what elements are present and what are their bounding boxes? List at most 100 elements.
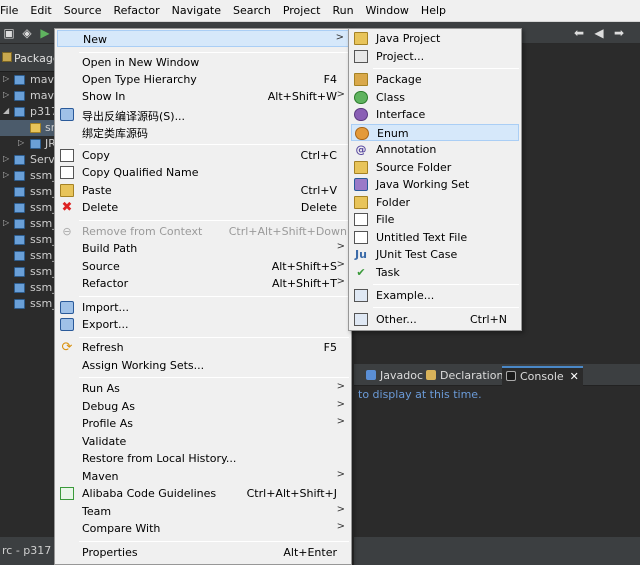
tree-item-label: ssm_ [30,281,56,294]
toolbar-back-arrow-icon[interactable]: ◀ [592,26,606,40]
expand-arrow-icon[interactable]: ▷ [3,154,9,163]
collapse-arrow-icon[interactable]: ◢ [3,106,9,115]
menu-item-copy-qualified-name[interactable]: Copy Qualified Name [57,164,349,181]
tree-item[interactable]: ssm_ [0,248,56,264]
submenu-item-class[interactable]: Class [351,89,519,106]
menu-item-run-as[interactable]: Run As > [57,380,349,397]
menu-edit[interactable]: Edit [24,0,57,22]
menu-help[interactable]: Help [415,0,452,22]
menu-item-restore-local-history[interactable]: Restore from Local History... [57,450,349,467]
menu-window[interactable]: Window [360,0,415,22]
submenu-item-file[interactable]: File [351,211,519,228]
menu-item-refactor[interactable]: Refactor Alt+Shift+T > [57,275,349,292]
menu-item-attach-source[interactable]: 绑定类库源码 [57,123,349,140]
tree-item[interactable]: ◢ p317 [0,104,56,120]
menu-item-assign-working-sets[interactable]: Assign Working Sets... [57,357,349,374]
tab-declaration[interactable]: Declaration [426,368,503,384]
menu-item-copy[interactable]: Copy Ctrl+C [57,147,349,164]
close-icon[interactable]: ✕ [570,370,579,383]
menu-item-remove-from-context[interactable]: ⊖ Remove from Context Ctrl+Alt+Shift+Dow… [57,223,349,240]
menu-item-delete[interactable]: ✖ Delete Delete [57,199,349,216]
expand-arrow-icon[interactable]: ▷ [18,138,24,147]
menu-item-label: Source Folder [376,161,452,174]
tree-item[interactable]: ssm_ [0,184,56,200]
menu-item-export[interactable]: Export... [57,316,349,333]
submenu-item-java-project[interactable]: Java Project [351,30,519,47]
tree-item[interactable]: ▷ ssm_ [0,216,56,232]
tree-item[interactable]: ▷ Serv [0,152,56,168]
project-icon [14,267,25,277]
menu-item-alibaba-guidelines[interactable]: Alibaba Code Guidelines Ctrl+Alt+Shift+J [57,485,349,502]
menu-item-properties[interactable]: Properties Alt+Enter [57,544,349,561]
tree-item[interactable]: ▷ JR [0,136,56,152]
tab-console[interactable]: Console ✕ [502,366,583,386]
expand-arrow-icon[interactable]: ▷ [3,74,9,83]
tree-item[interactable]: ▷ mave [0,72,56,88]
tree-item[interactable]: ssm_ [0,280,56,296]
submenu-item-junit-test-case[interactable]: Ju JUnit Test Case [351,246,519,263]
menu-item-show-in[interactable]: Show In Alt+Shift+W > [57,88,349,105]
toolbar-new-icon[interactable]: ▣ [2,26,16,40]
menu-item-new[interactable]: New > [57,30,349,47]
submenu-item-java-working-set[interactable]: Java Working Set [351,176,519,193]
tab-declaration-label: Declaration [440,369,504,382]
toolbar-run-icon[interactable]: ▶ [38,26,52,40]
tree-item-selected[interactable]: sr [0,120,56,136]
submenu-item-enum[interactable]: Enum [351,124,519,141]
menu-item-maven[interactable]: Maven > [57,468,349,485]
export-icon [60,108,74,121]
tree-item-label: ssm_ [30,265,56,278]
tree-item[interactable]: ▷ ssm_ [0,168,56,184]
menu-source[interactable]: Source [58,0,108,22]
tree-item[interactable]: ssm_ [0,200,56,216]
menu-separator [373,68,519,69]
submenu-item-interface[interactable]: Interface [351,106,519,123]
toolbar-back-icon[interactable]: ⬅ [572,26,586,40]
menu-item-compare-with[interactable]: Compare With > [57,520,349,537]
tree-item[interactable]: ssm_ [0,296,56,312]
submenu-item-annotation[interactable]: @ Annotation [351,141,519,158]
project-icon [14,235,25,245]
tree-item[interactable]: ▷ mave [0,88,56,104]
submenu-item-source-folder[interactable]: Source Folder [351,159,519,176]
menu-item-profile-as[interactable]: Profile As > [57,415,349,432]
menu-refactor[interactable]: Refactor [108,0,166,22]
menu-item-shortcut: Ctrl+N [469,313,507,326]
tree-item[interactable]: ssm_ [0,232,56,248]
source-folder-icon [30,123,41,133]
submenu-item-untitled-text-file[interactable]: Untitled Text File [351,229,519,246]
source-folder-icon [354,161,368,174]
menu-project[interactable]: Project [277,0,327,22]
expand-arrow-icon[interactable]: ▷ [3,90,9,99]
expand-arrow-icon[interactable]: ▷ [3,218,9,227]
menu-run[interactable]: Run [326,0,359,22]
expand-arrow-icon[interactable]: ▷ [3,170,9,179]
menu-item-paste[interactable]: Paste Ctrl+V [57,182,349,199]
menu-item-debug-as[interactable]: Debug As > [57,398,349,415]
menu-item-validate[interactable]: Validate [57,433,349,450]
submenu-item-project[interactable]: Project... [351,48,519,65]
menu-item-build-path[interactable]: Build Path > [57,240,349,257]
alibaba-icon [60,487,74,500]
submenu-item-task[interactable]: ✔ Task [351,264,519,281]
menu-item-open-type-hierarchy[interactable]: Open Type Hierarchy F4 [57,71,349,88]
menu-item-export-decompiled[interactable]: 导出反编译源码(S)... [57,106,349,123]
servers-icon [14,155,25,165]
toolbar-save-icon[interactable]: ◈ [20,26,34,40]
menu-item-team[interactable]: Team > [57,503,349,520]
menu-item-source[interactable]: Source Alt+Shift+S > [57,258,349,275]
submenu-item-folder[interactable]: Folder [351,194,519,211]
toolbar-forward-icon[interactable]: ➡ [612,26,626,40]
submenu-item-example[interactable]: Example... [351,287,519,304]
menu-file[interactable]: File [0,0,24,22]
menu-search[interactable]: Search [227,0,277,22]
submenu-item-other[interactable]: Other... Ctrl+N [351,311,519,328]
package-explorer-tab[interactable]: Package [0,44,60,72]
tab-javadoc[interactable]: Javadoc [366,368,423,384]
menu-item-import[interactable]: Import... [57,299,349,316]
menu-item-open-in-new-window[interactable]: Open in New Window [57,54,349,71]
menu-item-refresh[interactable]: ⟳ Refresh F5 [57,339,349,356]
submenu-item-package[interactable]: Package [351,71,519,88]
tree-item[interactable]: ssm_ [0,264,56,280]
menu-navigate[interactable]: Navigate [166,0,227,22]
